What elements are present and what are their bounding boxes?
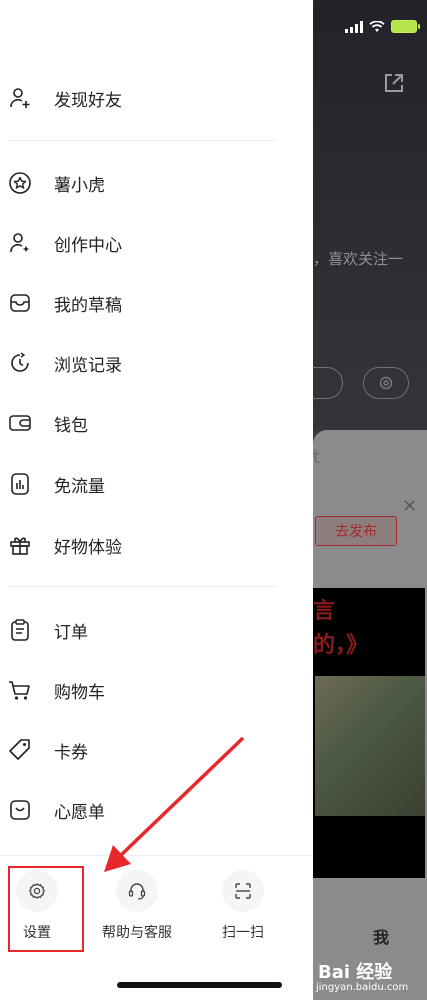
coupon-tag-icon (8, 738, 32, 762)
scan-button[interactable]: 扫一扫 (222, 870, 264, 942)
help-service-button[interactable]: 帮助与客服 (102, 870, 172, 942)
card-title: t (313, 447, 321, 468)
menu-item-label: 心愿单 (54, 802, 105, 823)
draft-box-icon (8, 291, 32, 315)
menu-item-label: 创作中心 (54, 235, 122, 256)
menu-item-label: 浏览记录 (54, 355, 122, 376)
wifi-icon (369, 20, 385, 32)
menu-item-find-friends[interactable]: 发现好友 (0, 70, 313, 126)
scan-icon (235, 883, 251, 899)
order-clipboard-icon (8, 618, 32, 642)
menu-item-xiaohu[interactable]: 薯小虎 (0, 155, 313, 211)
video-title-line1: 言 (313, 599, 336, 624)
profile-header-bg (313, 0, 427, 430)
gift-icon (8, 533, 32, 557)
add-friend-icon (8, 86, 32, 110)
publish-button[interactable]: 去发布 (315, 516, 397, 546)
profile-settings-button[interactable] (363, 367, 409, 399)
menu-item-label: 卡券 (54, 742, 88, 763)
scan-label: 扫一扫 (222, 925, 264, 941)
menu-item-cart[interactable]: 购物车 (0, 662, 313, 718)
menu-item-label: 发现好友 (54, 90, 122, 111)
menu-item-label: 购物车 (54, 682, 105, 703)
creator-icon (8, 231, 32, 255)
battery-icon (391, 20, 420, 33)
headset-icon (128, 883, 146, 900)
close-icon[interactable]: ✕ (402, 496, 417, 517)
help-icon-circle (116, 870, 158, 912)
status-bar (345, 20, 420, 33)
cart-icon (8, 678, 32, 702)
share-icon[interactable] (383, 72, 405, 94)
menu-item-coupons[interactable]: 卡券 (0, 722, 313, 778)
home-indicator (117, 982, 282, 988)
cellular-signal-icon (345, 20, 363, 33)
menu-item-wishlist[interactable]: 心愿单 (0, 782, 313, 838)
background-app: ，喜欢关注一 t ✕ 去发布 言 的，》 我 (313, 0, 427, 1000)
menu-item-label: 订单 (54, 622, 88, 643)
wishlist-icon (8, 798, 32, 822)
menu-item-label: 我的草稿 (54, 295, 122, 316)
menu-item-label: 好物体验 (54, 537, 122, 558)
watermark-logo: Bai 经验 (318, 962, 393, 983)
highlight-box (8, 866, 84, 952)
gear-icon (379, 376, 393, 390)
star-badge-icon (8, 171, 32, 195)
video-title: 言 的，》 (313, 595, 423, 663)
history-clock-icon (8, 351, 32, 375)
watermark-url: jingyan.baidu.com (316, 982, 409, 993)
wallet-icon (8, 411, 32, 435)
video-title-line2: 的，》 (313, 633, 369, 658)
scan-icon-circle (222, 870, 264, 912)
menu-item-drafts[interactable]: 我的草稿 (0, 275, 313, 331)
menu-item-label: 钱包 (54, 415, 88, 436)
side-drawer: 发现好友 薯小虎 创作中心 我的草稿 浏览记录 钱包 免流量 好物体验 订单 购… (0, 0, 313, 1000)
tab-me[interactable]: 我 (373, 924, 389, 948)
divider (8, 586, 276, 587)
help-service-label: 帮助与客服 (102, 925, 172, 941)
menu-item-good-stuff[interactable]: 好物体验 (0, 517, 313, 573)
menu-item-label: 薯小虎 (54, 175, 105, 196)
menu-item-history[interactable]: 浏览记录 (0, 335, 313, 391)
data-free-icon (8, 472, 32, 496)
menu-item-data-free[interactable]: 免流量 (0, 456, 313, 512)
profile-bio-text: ，喜欢关注一 (313, 250, 404, 268)
menu-item-wallet[interactable]: 钱包 (0, 395, 313, 451)
menu-item-orders[interactable]: 订单 (0, 602, 313, 658)
divider (8, 140, 276, 141)
video-image (315, 676, 425, 816)
menu-item-label: 免流量 (54, 476, 105, 497)
menu-item-creator-center[interactable]: 创作中心 (0, 215, 313, 271)
